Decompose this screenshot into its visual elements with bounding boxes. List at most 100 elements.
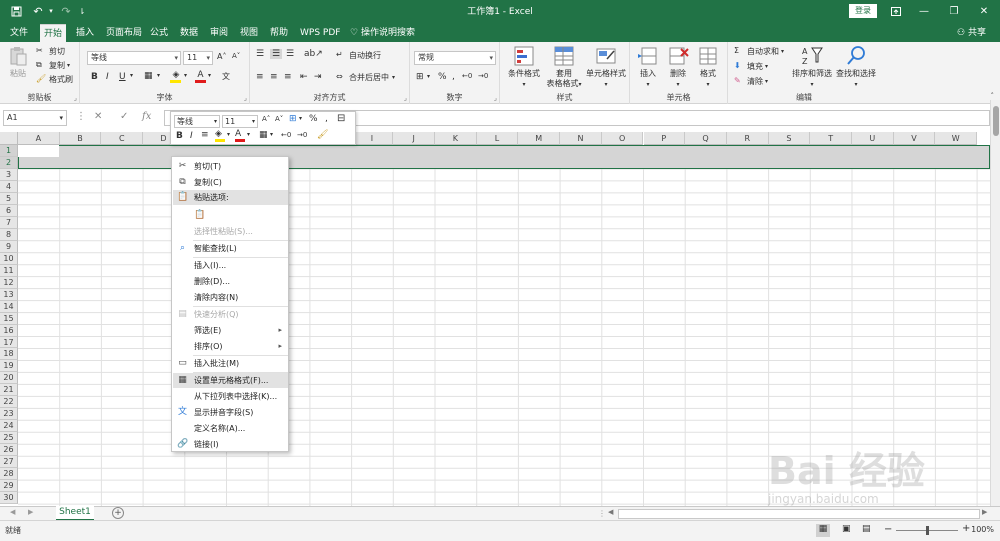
mini-increase-decimal-icon[interactable]: ←0 <box>281 131 291 139</box>
column-header-j[interactable]: J <box>393 132 435 145</box>
tab-formulas[interactable]: 公式 <box>146 24 172 42</box>
merge-center-button[interactable]: ⇔ 合并后居中 ▾ <box>336 72 395 83</box>
sort-filter-button[interactable]: AZ 排序和筛选 ▾ <box>790 45 834 90</box>
tell-me-search[interactable]: ♡ 操作说明搜索 <box>346 24 419 42</box>
conditional-formatting-button[interactable]: 条件格式 ▾ <box>504 45 544 90</box>
row-header-13[interactable]: 13 <box>0 288 18 301</box>
mini-format-painter-icon[interactable]: 🖌 <box>317 130 328 140</box>
menu-item-insert[interactable]: 插入(I)... <box>173 258 288 273</box>
format-cells-button[interactable]: 格式 ▾ <box>694 45 722 90</box>
row-header-12[interactable]: 12 <box>0 276 18 289</box>
format-painter-button[interactable]: 🖌 格式刷 <box>36 74 73 85</box>
decrease-indent-icon[interactable]: ⇤ <box>300 72 308 82</box>
column-header-n[interactable]: N <box>560 132 602 145</box>
row-header-6[interactable]: 6 <box>0 204 18 217</box>
add-sheet-icon[interactable]: + <box>112 507 124 519</box>
active-cell-a1[interactable] <box>18 145 59 157</box>
column-header-k[interactable]: K <box>435 132 477 145</box>
increase-decimal-icon[interactable]: ←0 <box>462 72 472 80</box>
page-break-view-icon[interactable]: ▤ <box>862 524 871 534</box>
paste-button[interactable]: 粘贴 <box>6 45 30 79</box>
underline-dropdown-icon[interactable]: ▾ <box>130 72 133 79</box>
mini-font-color-icon[interactable]: A <box>235 129 245 142</box>
delete-cells-button[interactable]: 删除 ▾ <box>664 45 692 90</box>
fill-button[interactable]: ⬇ 填充 ▾ <box>734 61 768 72</box>
name-box[interactable]: A1 ▾ <box>3 110 67 126</box>
insert-function-icon[interactable]: fx <box>142 111 151 122</box>
font-size-combo[interactable]: 11 ▾ <box>183 51 213 65</box>
tab-file[interactable]: 文件 <box>6 24 32 42</box>
mini-align-icon[interactable]: ≡ <box>201 130 209 140</box>
fill-color-dropdown-icon[interactable]: ▾ <box>184 72 187 79</box>
page-layout-view-icon[interactable]: ▣ <box>842 524 851 534</box>
confirm-entry-icon[interactable]: ✓ <box>120 111 128 122</box>
bold-icon[interactable]: B <box>91 72 98 82</box>
column-header-w[interactable]: W <box>935 132 978 145</box>
next-sheet-icon[interactable]: ▶ <box>28 508 33 516</box>
align-center-icon[interactable]: ≡ <box>270 72 278 82</box>
cancel-entry-icon[interactable]: ✕ <box>94 111 102 122</box>
menu-item-format-cells[interactable]: ▦ 设置单元格格式(F)... <box>173 373 288 388</box>
sheet-tab-sheet1[interactable]: Sheet1 <box>56 506 94 521</box>
clear-button[interactable]: ✎ 清除 ▾ <box>734 76 768 87</box>
decrease-decimal-icon[interactable]: →0 <box>478 72 488 80</box>
row-header-16[interactable]: 16 <box>0 324 18 337</box>
menu-item-delete[interactable]: 删除(D)... <box>173 274 288 289</box>
autosum-button[interactable]: Σ 自动求和 ▾ <box>734 46 784 57</box>
vertical-scroll-thumb[interactable] <box>993 106 999 136</box>
number-launcher-icon[interactable]: ⌟ <box>494 94 497 102</box>
mini-merge-icon[interactable]: ⊟ <box>337 113 345 124</box>
mini-borders-dropdown-icon[interactable]: ▾ <box>270 131 273 138</box>
zoom-in-icon[interactable]: + <box>962 523 970 534</box>
mini-borders-icon[interactable]: ▦ <box>259 130 268 140</box>
fill-color-icon[interactable]: ◈ <box>170 70 182 83</box>
horizontal-scrollbar[interactable] <box>618 509 980 519</box>
mini-fill-dropdown-icon[interactable]: ▾ <box>227 131 230 138</box>
mini-font-size-combo[interactable]: 11 ▾ <box>222 115 258 128</box>
row-header-1[interactable]: 1 <box>0 145 18 157</box>
column-header-i[interactable]: I <box>351 132 394 145</box>
format-as-table-button[interactable]: 套用 表格格式▾ <box>546 45 582 90</box>
row-header-14[interactable]: 14 <box>0 300 18 313</box>
align-left-icon[interactable]: ≡ <box>256 72 264 82</box>
cell-styles-button[interactable]: 单元格样式 ▾ <box>584 45 628 90</box>
font-color-icon[interactable]: A <box>195 70 206 83</box>
login-button[interactable]: 登录 <box>849 4 877 18</box>
insert-cells-button[interactable]: 插入 ▾ <box>634 45 662 90</box>
align-middle-icon[interactable]: ☰ <box>270 49 282 59</box>
underline-icon[interactable]: U <box>119 72 126 82</box>
normal-view-icon[interactable]: ▦ <box>816 524 830 537</box>
column-header-r[interactable]: R <box>726 132 769 145</box>
column-header-o[interactable]: O <box>601 132 644 145</box>
align-right-icon[interactable]: ≡ <box>284 72 292 82</box>
minimize-icon[interactable]: — <box>912 2 936 20</box>
row-header-30[interactable]: 30 <box>0 492 18 505</box>
font-launcher-icon[interactable]: ⌟ <box>244 94 247 102</box>
row-header-22[interactable]: 22 <box>0 396 18 409</box>
row-header-10[interactable]: 10 <box>0 252 18 265</box>
menu-item-clear-contents[interactable]: 清除内容(N) <box>173 290 288 305</box>
copy-button[interactable]: ⧉ 复制 ▾ <box>36 60 70 71</box>
share-button[interactable]: ⚇ 共享 <box>957 25 986 38</box>
column-header-v[interactable]: V <box>893 132 936 145</box>
mini-increase-font-icon[interactable]: A˄ <box>262 115 270 123</box>
row-header-11[interactable]: 11 <box>0 264 18 277</box>
font-name-combo[interactable]: 等线 ▾ <box>87 51 181 65</box>
mini-font-name-combo[interactable]: 等线 ▾ <box>174 115 220 128</box>
row-header-26[interactable]: 26 <box>0 444 18 457</box>
restore-icon[interactable]: ❐ <box>942 2 966 20</box>
mini-italic-icon[interactable]: I <box>190 131 193 141</box>
row-header-20[interactable]: 20 <box>0 372 18 385</box>
zoom-slider-thumb[interactable] <box>926 526 929 535</box>
row-header-27[interactable]: 27 <box>0 456 18 469</box>
collapse-ribbon-icon[interactable]: ˄ <box>991 92 995 100</box>
number-format-combo[interactable]: 常规 ▾ <box>414 51 496 65</box>
mini-font-color-dropdown-icon[interactable]: ▾ <box>247 131 250 138</box>
menu-item-sort[interactable]: 排序(O) ▸ <box>173 339 288 354</box>
mini-decrease-font-icon[interactable]: A˅ <box>275 115 283 123</box>
zoom-out-icon[interactable]: − <box>884 524 892 535</box>
column-header-t[interactable]: T <box>810 132 852 145</box>
menu-item-paste-special[interactable]: 选择性粘贴(S)... <box>173 224 288 239</box>
align-bottom-icon[interactable]: ☰ <box>286 49 294 59</box>
row-header-18[interactable]: 18 <box>0 348 18 361</box>
